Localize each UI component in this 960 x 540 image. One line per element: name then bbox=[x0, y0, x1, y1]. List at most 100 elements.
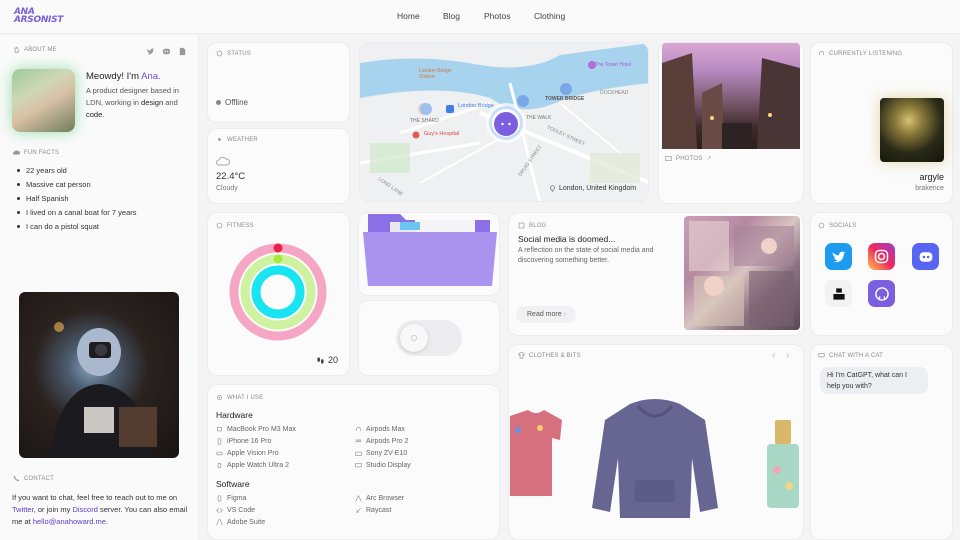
gear-item: Apple Watch Ultra 2 bbox=[216, 462, 289, 469]
map-place: London Bridge bbox=[458, 103, 494, 109]
gear-icon bbox=[217, 395, 222, 400]
folder-icon[interactable] bbox=[360, 210, 500, 290]
discord-icon[interactable] bbox=[162, 47, 171, 56]
sun-icon bbox=[411, 335, 417, 341]
top-nav-bar: ANA ARSONIST Home Blog Photos Clothing bbox=[0, 0, 960, 34]
hand-icon bbox=[14, 46, 19, 53]
earbuds-icon bbox=[355, 439, 362, 443]
carousel-prev-button[interactable]: ‹ bbox=[772, 350, 775, 361]
twitter-link[interactable]: Twitter bbox=[12, 505, 34, 514]
hardware-title: Hardware bbox=[216, 410, 253, 420]
location-pin-icon bbox=[550, 185, 555, 192]
monitor-icon bbox=[355, 463, 362, 468]
cloud-icon bbox=[13, 150, 20, 155]
cloud-weather-icon bbox=[216, 156, 231, 166]
blog-cover-image bbox=[684, 216, 800, 330]
about-label: ABOUT ME bbox=[13, 46, 57, 53]
gear-label: WHAT I USE bbox=[216, 394, 263, 401]
status-icon bbox=[216, 50, 223, 57]
clothes-label: CLOTHES & BITS bbox=[518, 352, 581, 359]
perfume-bottle-image[interactable] bbox=[765, 420, 801, 510]
photos-label: PHOTOS ↗ bbox=[665, 155, 712, 162]
theme-toggle[interactable] bbox=[396, 320, 462, 356]
list-item: 22 years old bbox=[16, 166, 191, 180]
email-link[interactable]: hello@anahoward.me bbox=[33, 517, 106, 526]
contact-text: If you want to chat, feel free to reach … bbox=[12, 493, 188, 526]
map-place: Guy's Hospital bbox=[424, 131, 460, 137]
instagram-icon[interactable] bbox=[868, 243, 895, 270]
twitter-icon[interactable] bbox=[146, 47, 155, 56]
site-logo[interactable]: ANA ARSONIST bbox=[14, 8, 63, 25]
gear-item: Airpods Pro 2 bbox=[355, 438, 408, 445]
nav-clothing[interactable]: Clothing bbox=[534, 11, 565, 21]
track-title: argyle bbox=[919, 172, 944, 182]
document-icon[interactable] bbox=[178, 47, 187, 56]
blog-excerpt: A reflection on the state of social medi… bbox=[518, 247, 654, 264]
chat-bubble-icon bbox=[818, 353, 825, 358]
map-place: DOCKHEAD bbox=[600, 90, 629, 96]
list-item: Half Spanish bbox=[16, 194, 191, 208]
phone-icon bbox=[217, 438, 222, 445]
headphones-icon bbox=[819, 51, 824, 55]
gear-item: VS Code bbox=[216, 507, 255, 514]
track-artist: brakence bbox=[915, 185, 944, 192]
steps-count: 20 bbox=[316, 355, 338, 365]
avatar bbox=[12, 69, 75, 132]
browser-icon bbox=[355, 495, 362, 502]
listening-label: CURRENTLY LISTENING bbox=[818, 50, 902, 57]
list-item: I lived on a canal boat for 7 years bbox=[16, 208, 191, 222]
discord-link[interactable]: Discord bbox=[72, 505, 97, 514]
globe-icon bbox=[818, 222, 825, 229]
nav-photos[interactable]: Photos bbox=[484, 11, 510, 21]
socials-label: SOCIALS bbox=[818, 222, 856, 229]
map-place: The Tower Hotel bbox=[595, 62, 632, 68]
blog-title[interactable]: Social media is doomed... bbox=[518, 234, 615, 244]
portrait-photo bbox=[19, 292, 179, 458]
nav-blog[interactable]: Blog bbox=[443, 11, 460, 21]
football-shirt-image[interactable] bbox=[510, 408, 562, 498]
twitter-icon[interactable] bbox=[825, 243, 852, 270]
weather-condition: Cloudy bbox=[216, 185, 238, 192]
footsteps-icon bbox=[317, 356, 324, 364]
photo-street bbox=[662, 43, 800, 149]
status-label: STATUS bbox=[216, 50, 251, 57]
read-more-button[interactable]: Read more › bbox=[516, 306, 576, 323]
code-icon bbox=[216, 508, 223, 513]
unsplash-icon[interactable] bbox=[825, 280, 852, 307]
hoodie-image[interactable] bbox=[590, 398, 720, 524]
map-place: THE SHARD bbox=[410, 118, 439, 124]
github-icon[interactable] bbox=[868, 280, 895, 307]
status-value: Offline bbox=[225, 98, 248, 107]
map-place: TOWER BRIDGE bbox=[545, 96, 585, 102]
image-icon bbox=[665, 156, 672, 161]
nav-home[interactable]: Home bbox=[397, 11, 420, 21]
gear-item: Raycast bbox=[355, 507, 391, 514]
vr-headset-icon bbox=[216, 451, 223, 456]
raycast-icon bbox=[356, 508, 361, 513]
fitness-label: FITNESS bbox=[216, 222, 254, 229]
laptop-icon bbox=[217, 427, 222, 432]
gear-item: Sony ZV-E10 bbox=[355, 450, 407, 457]
gear-item: iPhone 16 Pro bbox=[216, 438, 271, 445]
carousel-next-button[interactable]: › bbox=[786, 350, 789, 361]
bio-text: A product designer based in LDN, working… bbox=[86, 86, 179, 119]
software-title: Software bbox=[216, 479, 250, 489]
activity-rings bbox=[229, 243, 327, 341]
list-item: Massive cat person bbox=[16, 180, 191, 194]
camera-photo-figure bbox=[49, 322, 157, 458]
offline-dot bbox=[216, 100, 221, 105]
map-place: London Bridge Station bbox=[419, 68, 452, 80]
discord-icon[interactable] bbox=[912, 243, 939, 270]
weather-temp: 22.4°C bbox=[216, 171, 246, 182]
gear-item: Studio Display bbox=[355, 462, 411, 469]
watch-icon bbox=[217, 463, 222, 468]
fun-facts-label: FUN FACTS bbox=[13, 149, 59, 156]
map-place: THE WALK bbox=[526, 115, 552, 121]
chat-label: CHAT WITH A CAT bbox=[818, 352, 883, 359]
activity-icon bbox=[216, 222, 223, 229]
gear-item: Figma bbox=[216, 495, 246, 502]
headphones-icon bbox=[356, 427, 361, 431]
fun-facts-list: 22 years old Massive cat person Half Spa… bbox=[16, 166, 191, 236]
album-cover bbox=[880, 98, 944, 162]
camera-icon bbox=[355, 451, 362, 456]
